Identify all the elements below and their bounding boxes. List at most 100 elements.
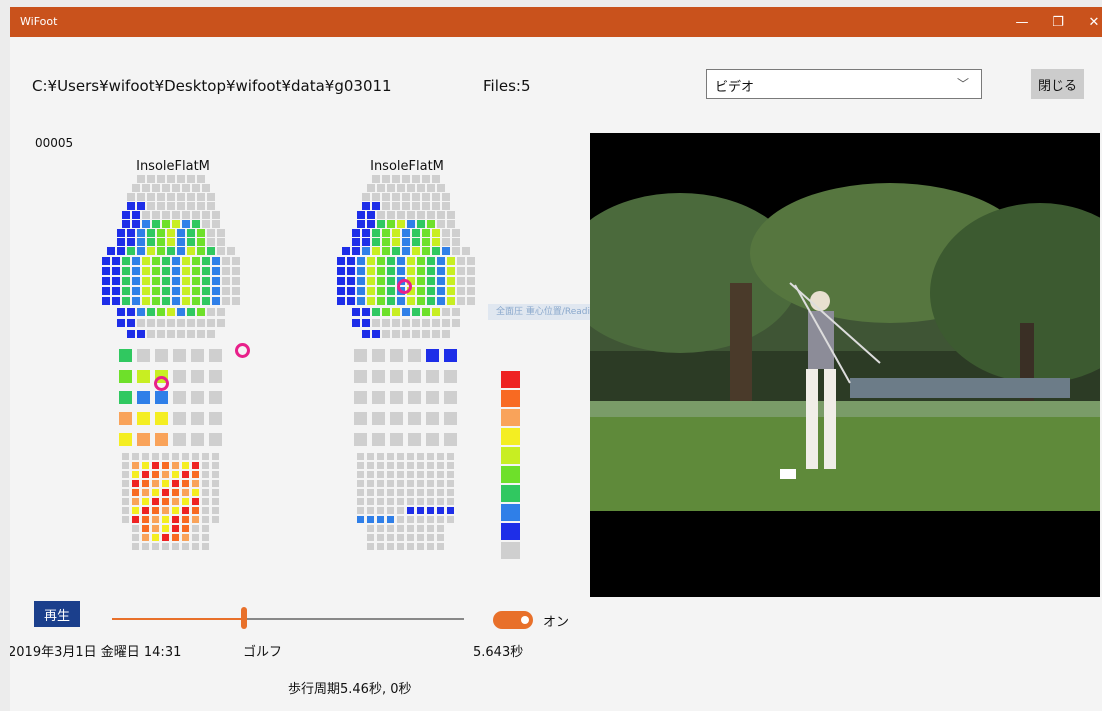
- pressure-cell: [417, 525, 424, 532]
- source-dropdown[interactable]: ビデオ ﹀: [706, 69, 982, 99]
- pressure-cell: [172, 220, 180, 228]
- pressure-cell: [442, 238, 450, 246]
- pressure-cell: [162, 471, 169, 478]
- pressure-cell: [442, 319, 450, 327]
- pressure-cell: [422, 308, 430, 316]
- timeline-thumb[interactable]: [241, 607, 247, 629]
- pressure-cell: [191, 370, 204, 383]
- pressure-cell: [217, 238, 225, 246]
- pressure-cell: [157, 229, 165, 237]
- restore-icon[interactable]: ❐: [1040, 7, 1076, 37]
- pressure-cell: [182, 480, 189, 487]
- pressure-cell: [182, 257, 190, 265]
- pressure-cell: [354, 391, 367, 404]
- pressure-cell: [162, 534, 169, 541]
- pressure-cell: [347, 267, 355, 275]
- pressure-cell: [152, 267, 160, 275]
- pressure-cell: [372, 349, 385, 362]
- pressure-cell: [117, 319, 125, 327]
- pressure-cell: [182, 471, 189, 478]
- pressure-cell: [372, 247, 380, 255]
- pressure-cell: [182, 498, 189, 505]
- pressure-cell: [352, 229, 360, 237]
- pressure-cell: [187, 308, 195, 316]
- pressure-cell: [177, 308, 185, 316]
- pressure-cell: [137, 330, 145, 338]
- pressure-cell: [192, 507, 199, 514]
- pressure-cell: [172, 489, 179, 496]
- pressure-cell: [417, 462, 424, 469]
- minimize-icon[interactable]: —: [1004, 7, 1040, 37]
- pressure-cell: [412, 247, 420, 255]
- pressure-cell: [122, 453, 129, 460]
- pressure-cell: [367, 277, 375, 285]
- pressure-cell: [182, 277, 190, 285]
- pressure-cell: [397, 516, 404, 523]
- pressure-cell: [397, 534, 404, 541]
- pressure-cell: [192, 297, 200, 305]
- play-button[interactable]: 再生: [34, 601, 80, 627]
- pressure-cell: [202, 516, 209, 523]
- pressure-cell: [132, 220, 140, 228]
- pressure-cell: [167, 175, 175, 183]
- pressure-cell: [152, 220, 160, 228]
- pressure-cell: [197, 202, 205, 210]
- pressure-cell: [122, 297, 130, 305]
- video-player[interactable]: [590, 133, 1100, 597]
- pressure-cell: [432, 319, 440, 327]
- pressure-cell: [177, 175, 185, 183]
- pressure-cell: [367, 525, 374, 532]
- pressure-cell: [417, 277, 425, 285]
- pressure-cell: [202, 462, 209, 469]
- pressure-cell: [422, 175, 430, 183]
- pressure-cell: [137, 391, 150, 404]
- pressure-cell: [127, 308, 135, 316]
- legend-swatch: [501, 371, 520, 388]
- pressure-cell: [402, 247, 410, 255]
- pressure-cell: [132, 480, 139, 487]
- pressure-cell: [172, 184, 180, 192]
- pressure-cell: [437, 489, 444, 496]
- pressure-cell: [192, 471, 199, 478]
- pressure-cell: [232, 287, 240, 295]
- pressure-cell: [182, 489, 189, 496]
- pressure-cell: [382, 308, 390, 316]
- pressure-cell: [162, 267, 170, 275]
- pressure-cell: [217, 319, 225, 327]
- pressure-cell: [407, 257, 415, 265]
- pressure-cell: [202, 220, 210, 228]
- pressure-cell: [407, 220, 415, 228]
- pressure-cell: [427, 297, 435, 305]
- pressure-cell: [387, 534, 394, 541]
- pressure-cell: [426, 391, 439, 404]
- pressure-cell: [197, 308, 205, 316]
- pressure-cell: [207, 229, 215, 237]
- pressure-cell: [232, 277, 240, 285]
- pressure-cell: [362, 202, 370, 210]
- video-toggle[interactable]: [493, 611, 533, 629]
- pressure-cell: [187, 330, 195, 338]
- pressure-cell: [407, 267, 415, 275]
- pressure-cell: [112, 277, 120, 285]
- pressure-cell: [152, 257, 160, 265]
- pressure-cell: [212, 507, 219, 514]
- pressure-cell: [352, 319, 360, 327]
- pressure-cell: [132, 287, 140, 295]
- pressure-cell: [182, 220, 190, 228]
- pressure-cell: [182, 267, 190, 275]
- pressure-cell: [372, 370, 385, 383]
- pressure-cell: [357, 471, 364, 478]
- toggle-label: オン: [543, 615, 570, 630]
- pressure-cell: [377, 184, 385, 192]
- pressure-cell: [192, 184, 200, 192]
- close-icon[interactable]: ✕: [1076, 7, 1102, 37]
- pressure-cell: [397, 498, 404, 505]
- pressure-cell: [182, 462, 189, 469]
- pressure-cell: [427, 287, 435, 295]
- pressure-cell: [162, 543, 169, 550]
- close-button[interactable]: 閉じる: [1031, 69, 1084, 99]
- pressure-cell: [209, 391, 222, 404]
- pressure-cell: [412, 229, 420, 237]
- pressure-cell: [442, 202, 450, 210]
- pressure-cell: [387, 507, 394, 514]
